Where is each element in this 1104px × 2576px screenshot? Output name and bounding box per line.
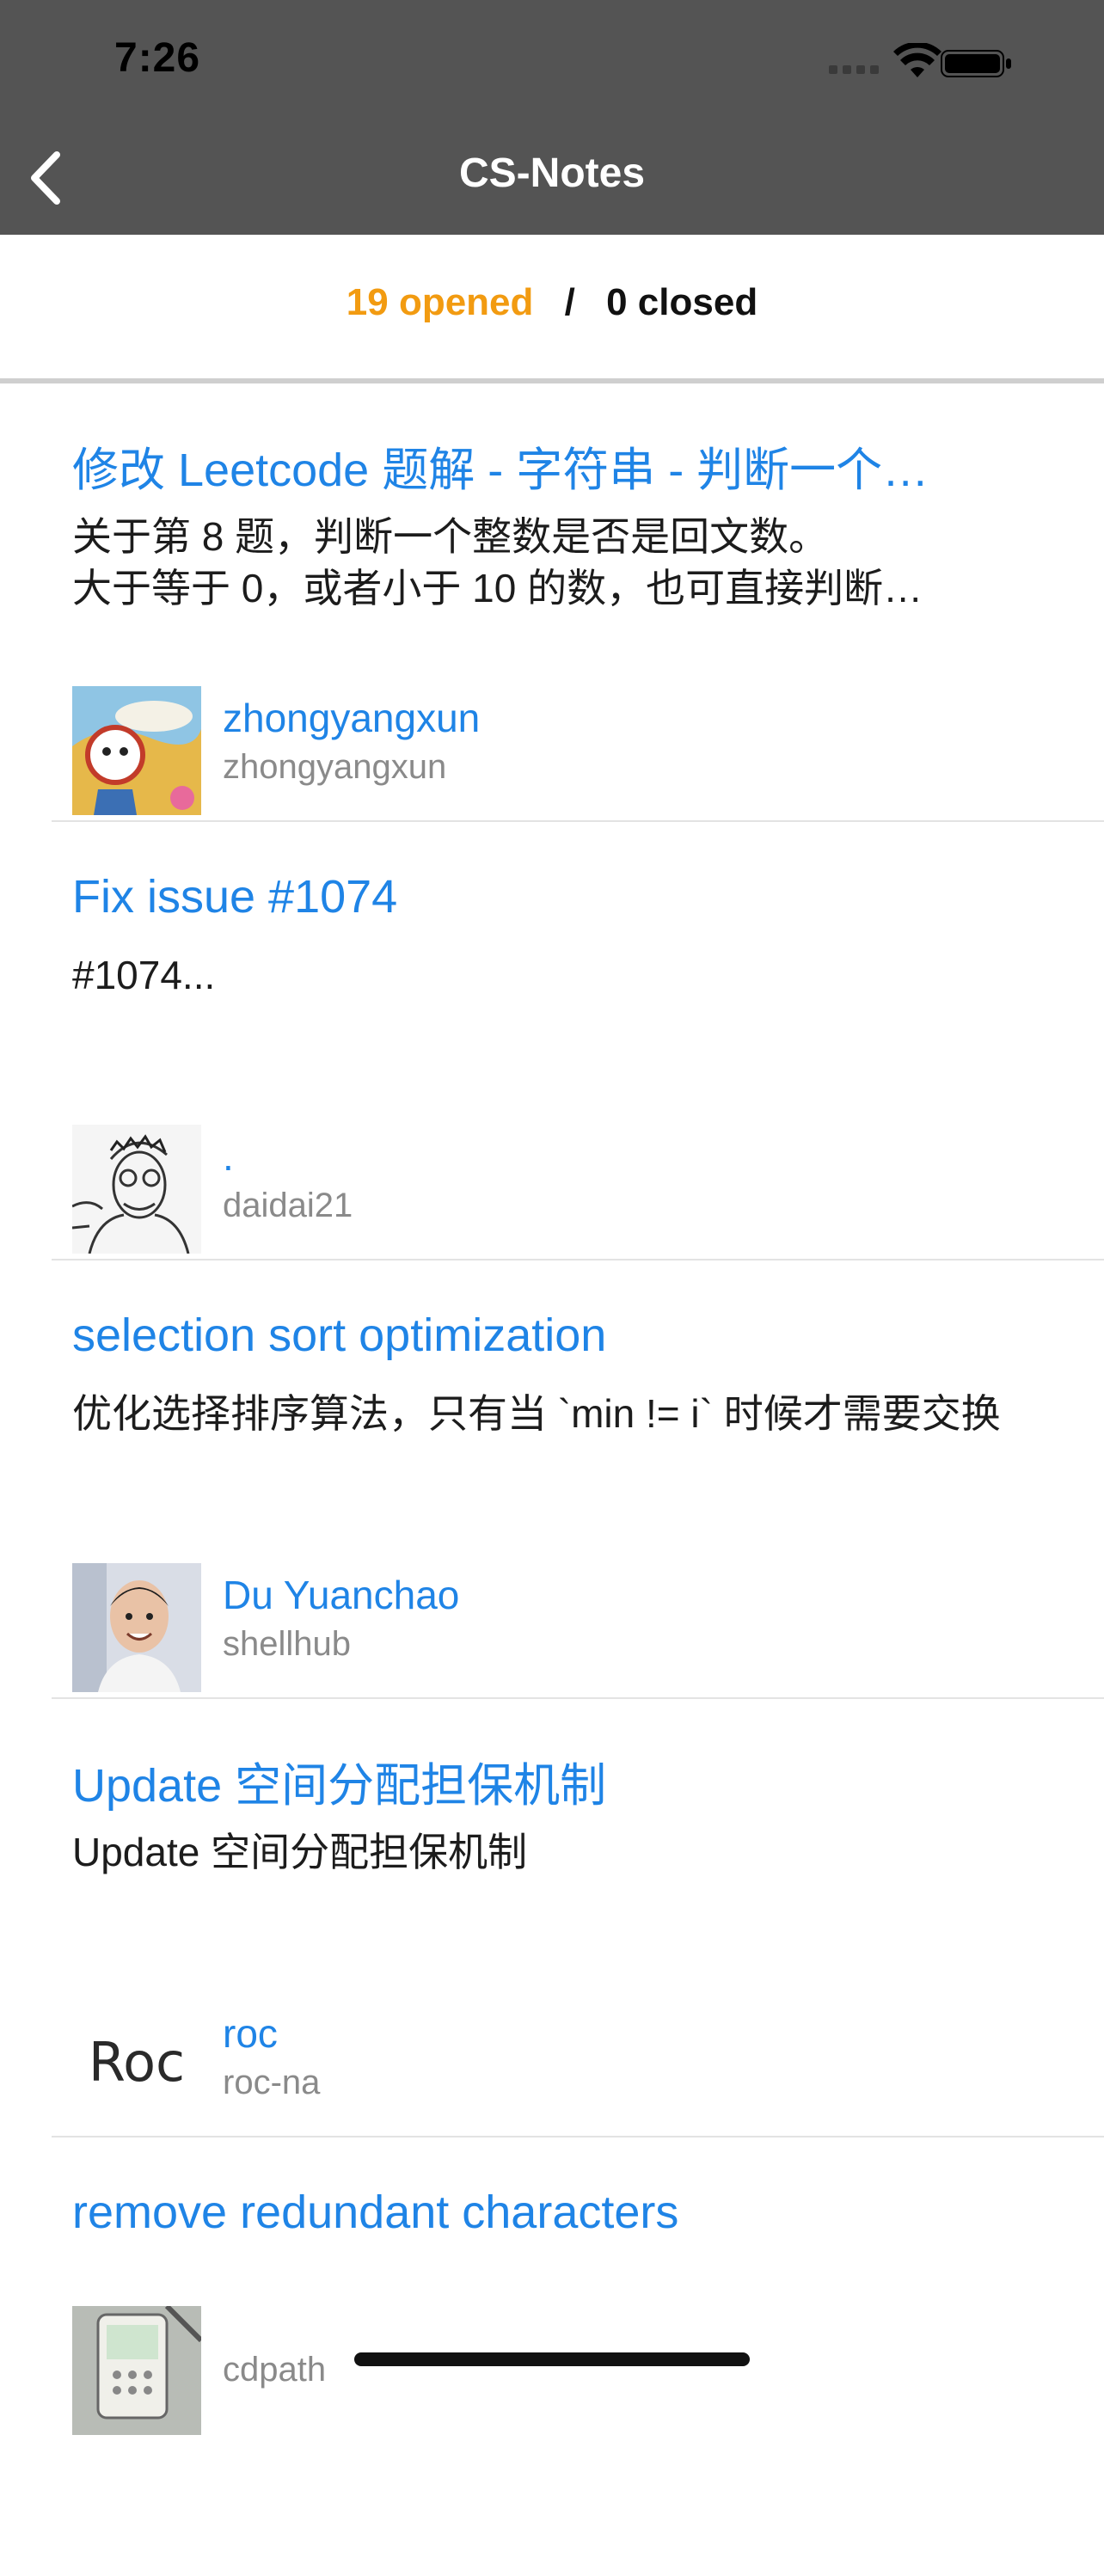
navigation-bar: 7:26 CS-Notes: [0, 0, 1104, 235]
issue-row[interactable]: Update 空间分配担保机制 Update 空间分配担保机制 Roc roc …: [0, 1699, 1104, 2137]
issue-body: 关于第 8 题，判断一个整数是否是回文数。 大于等于 0，或者小于 10 的数，…: [72, 514, 923, 610]
issue-body: 优化选择排序算法，只有当 `min != i` 时候才需要交换: [72, 1391, 1001, 1436]
issue-body: #1074...: [72, 953, 216, 997]
avatar[interactable]: [72, 686, 201, 815]
wifi-icon: [893, 43, 941, 77]
nav-title: CS-Notes: [458, 150, 646, 196]
user-name[interactable]: zhongyangxun: [223, 695, 480, 741]
battery-icon: [941, 50, 1011, 77]
user-name[interactable]: roc: [223, 2010, 278, 2057]
user-login: shellhub: [223, 1625, 352, 1663]
issue-title[interactable]: 修改 Leetcode 题解 - 字符串 - 判断一个…: [72, 432, 1018, 500]
avatar[interactable]: Roc: [72, 2002, 201, 2131]
user-login: daidai21: [223, 1187, 353, 1224]
issue-title[interactable]: selection sort optimization: [72, 1309, 1018, 1362]
user-name[interactable]: Du Yuanchao: [223, 1572, 459, 1618]
user-login: cdpath: [223, 2351, 327, 2389]
issue-row[interactable]: 修改 Leetcode 题解 - 字符串 - 判断一个… 关于第 8 题，判断一…: [0, 383, 1104, 822]
signal-icon: [829, 65, 882, 74]
user-login: roc-na: [223, 2064, 321, 2101]
filter-labels: 19 opened / 0 closed: [0, 281, 1104, 324]
user-name[interactable]: .: [223, 1133, 234, 1180]
avatar[interactable]: [72, 1125, 201, 1254]
issue-title[interactable]: remove redundant characters: [72, 2186, 1018, 2239]
user-login: zhongyangxun: [223, 748, 447, 786]
opened-filter[interactable]: 19 opened: [347, 281, 534, 323]
issue-title[interactable]: Fix issue #1074: [72, 870, 1018, 923]
issue-state-filter: 19 opened / 0 closed: [0, 235, 1104, 381]
home-indicator[interactable]: [354, 2352, 750, 2366]
svg-text:Roc: Roc: [89, 2031, 185, 2094]
issue-body: Update 空间分配担保机制: [72, 1830, 528, 1874]
issue-row[interactable]: selection sort optimization 优化选择排序算法，只有当…: [0, 1260, 1104, 1699]
filter-separator: /: [564, 281, 575, 323]
avatar[interactable]: [72, 1563, 201, 1692]
issue-title[interactable]: Update 空间分配担保机制: [72, 1747, 1018, 1815]
closed-filter[interactable]: 0 closed: [606, 281, 757, 323]
avatar[interactable]: [72, 2306, 201, 2435]
status-time: 7:26: [114, 35, 201, 81]
issue-row[interactable]: Fix issue #1074 #1074... . daidai21: [0, 822, 1104, 1260]
